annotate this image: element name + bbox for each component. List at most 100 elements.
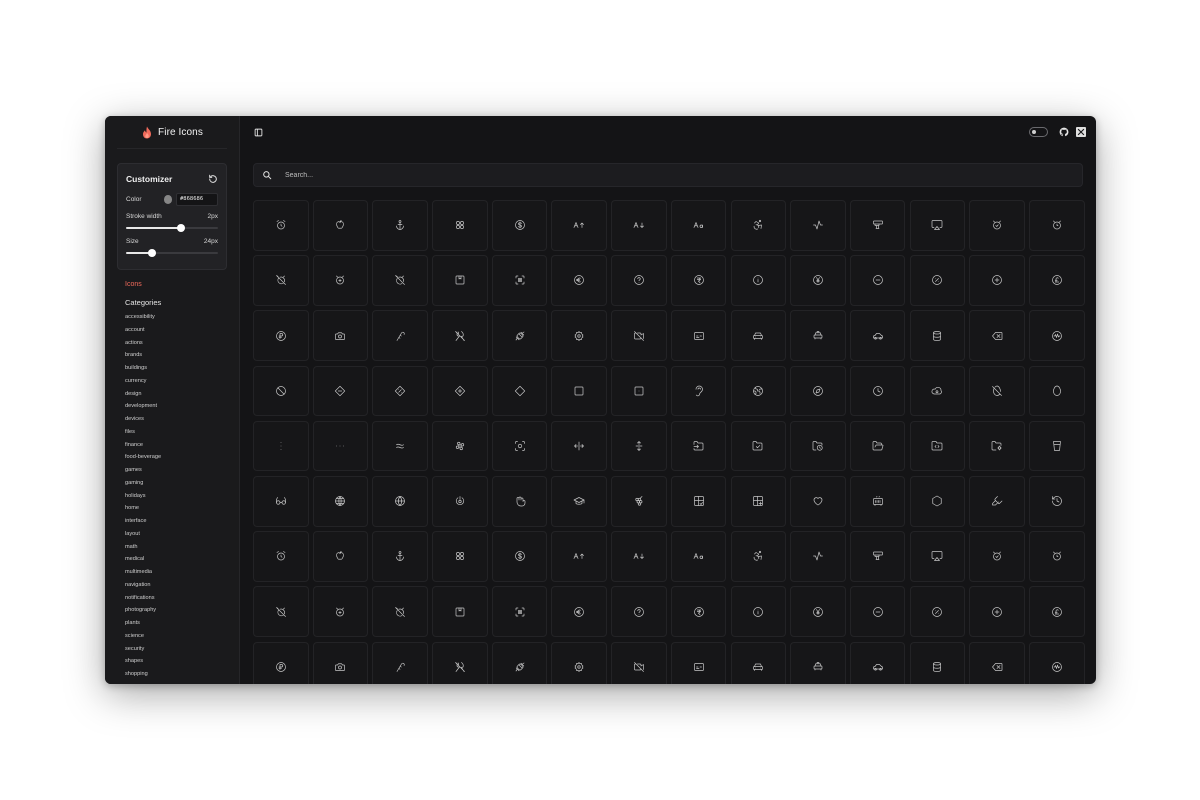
size-slider[interactable] xyxy=(126,248,218,258)
icon-tile[interactable] xyxy=(491,200,548,251)
icon-tile[interactable] xyxy=(969,586,1025,637)
category-actions[interactable]: actions xyxy=(125,339,231,352)
icon-tile[interactable] xyxy=(312,310,369,361)
icon-tile[interactable] xyxy=(1028,255,1085,306)
icon-tile[interactable] xyxy=(551,475,608,527)
icon-tile[interactable] xyxy=(551,420,608,472)
icon-tile[interactable] xyxy=(432,586,488,637)
icon-tile[interactable] xyxy=(432,310,488,361)
icon-tile[interactable] xyxy=(312,531,369,582)
icon-tile[interactable] xyxy=(611,310,667,361)
stroke-width-slider[interactable] xyxy=(126,223,218,233)
icon-tile[interactable] xyxy=(1028,200,1085,251)
icon-tile[interactable] xyxy=(312,475,369,527)
icon-tile[interactable] xyxy=(730,641,787,684)
icon-tile[interactable] xyxy=(253,641,309,684)
icon-tile[interactable] xyxy=(849,310,906,361)
icon-tile[interactable] xyxy=(551,641,608,684)
category-currency[interactable]: currency xyxy=(125,377,231,390)
icon-tile[interactable] xyxy=(491,420,548,472)
icon-tile[interactable] xyxy=(730,475,787,527)
icon-tile[interactable] xyxy=(790,531,846,582)
icon-tile[interactable] xyxy=(670,531,727,582)
theme-toggle[interactable] xyxy=(1029,127,1048,137)
icon-tile[interactable] xyxy=(969,420,1025,472)
icon-tile[interactable] xyxy=(372,365,428,417)
icon-tile[interactable] xyxy=(1028,365,1085,417)
icon-tile[interactable] xyxy=(312,200,369,251)
icon-tile[interactable] xyxy=(730,531,787,582)
icon-tile[interactable] xyxy=(253,420,309,472)
icon-tile[interactable] xyxy=(909,586,966,637)
icon-tile[interactable] xyxy=(849,200,906,251)
icon-tile[interactable] xyxy=(611,365,667,417)
category-design[interactable]: design xyxy=(125,390,231,403)
icon-tile[interactable] xyxy=(849,420,906,472)
icon-tile[interactable] xyxy=(969,365,1025,417)
icon-tile[interactable] xyxy=(730,420,787,472)
x-twitter-icon[interactable] xyxy=(1076,127,1086,137)
icon-tile[interactable] xyxy=(1028,420,1085,472)
icon-tile[interactable] xyxy=(432,475,488,527)
icon-tile[interactable] xyxy=(909,420,966,472)
category-shopping[interactable]: shopping xyxy=(125,670,231,683)
icon-tile[interactable] xyxy=(312,365,369,417)
category-navigation[interactable]: navigation xyxy=(125,581,231,594)
icon-tile[interactable] xyxy=(611,531,667,582)
icon-tile[interactable] xyxy=(969,475,1025,527)
category-math[interactable]: math xyxy=(125,543,231,556)
category-interface[interactable]: interface xyxy=(125,517,231,530)
icon-tile[interactable] xyxy=(1028,531,1085,582)
icon-tile[interactable] xyxy=(790,475,846,527)
icon-tile[interactable] xyxy=(969,641,1025,684)
icon-tile[interactable] xyxy=(432,420,488,472)
icon-tile[interactable] xyxy=(849,641,906,684)
category-photography[interactable]: photography xyxy=(125,606,231,619)
icon-tile[interactable] xyxy=(611,420,667,472)
color-hex-input[interactable] xyxy=(176,192,218,206)
icon-tile[interactable] xyxy=(372,531,428,582)
icon-tile[interactable] xyxy=(253,365,309,417)
icon-tile[interactable] xyxy=(253,531,309,582)
icon-tile[interactable] xyxy=(670,310,727,361)
icon-tile[interactable] xyxy=(790,255,846,306)
icon-tile[interactable] xyxy=(730,255,787,306)
category-plants[interactable]: plants xyxy=(125,619,231,632)
nav-icons-link[interactable]: Icons xyxy=(125,281,231,290)
icon-tile[interactable] xyxy=(909,531,966,582)
icon-tile[interactable] xyxy=(969,200,1025,251)
icon-tile[interactable] xyxy=(909,365,966,417)
category-files[interactable]: files xyxy=(125,428,231,441)
category-food-beverage[interactable]: food-beverage xyxy=(125,453,231,466)
icon-tile[interactable] xyxy=(372,310,428,361)
icon-tile[interactable] xyxy=(730,365,787,417)
icon-tile[interactable] xyxy=(372,200,428,251)
icon-tile[interactable] xyxy=(670,641,727,684)
color-swatch[interactable] xyxy=(163,194,172,204)
icon-tile[interactable] xyxy=(611,641,667,684)
github-icon[interactable] xyxy=(1059,127,1069,137)
icon-tile[interactable] xyxy=(432,641,488,684)
icon-tile[interactable] xyxy=(849,586,906,637)
icon-tile[interactable] xyxy=(790,586,846,637)
stroke-slider-thumb[interactable] xyxy=(177,224,186,232)
icon-tile[interactable] xyxy=(312,255,369,306)
icon-tile[interactable] xyxy=(372,641,428,684)
icon-tile[interactable] xyxy=(432,200,488,251)
icon-tile[interactable] xyxy=(253,586,309,637)
icon-tile[interactable] xyxy=(849,531,906,582)
icon-tile[interactable] xyxy=(312,641,369,684)
icon-tile[interactable] xyxy=(790,365,846,417)
icon-tile[interactable] xyxy=(790,200,846,251)
icon-tile[interactable] xyxy=(491,641,548,684)
sidebar-toggle-icon[interactable] xyxy=(254,128,263,137)
icon-tile[interactable] xyxy=(969,310,1025,361)
icon-tile[interactable] xyxy=(909,255,966,306)
category-games[interactable]: games xyxy=(125,466,231,479)
icon-tile[interactable] xyxy=(551,531,608,582)
icon-tile[interactable] xyxy=(253,255,309,306)
category-brands[interactable]: brands xyxy=(125,351,231,364)
icon-tile[interactable] xyxy=(849,365,906,417)
category-buildings[interactable]: buildings xyxy=(125,364,231,377)
category-development[interactable]: development xyxy=(125,402,231,415)
